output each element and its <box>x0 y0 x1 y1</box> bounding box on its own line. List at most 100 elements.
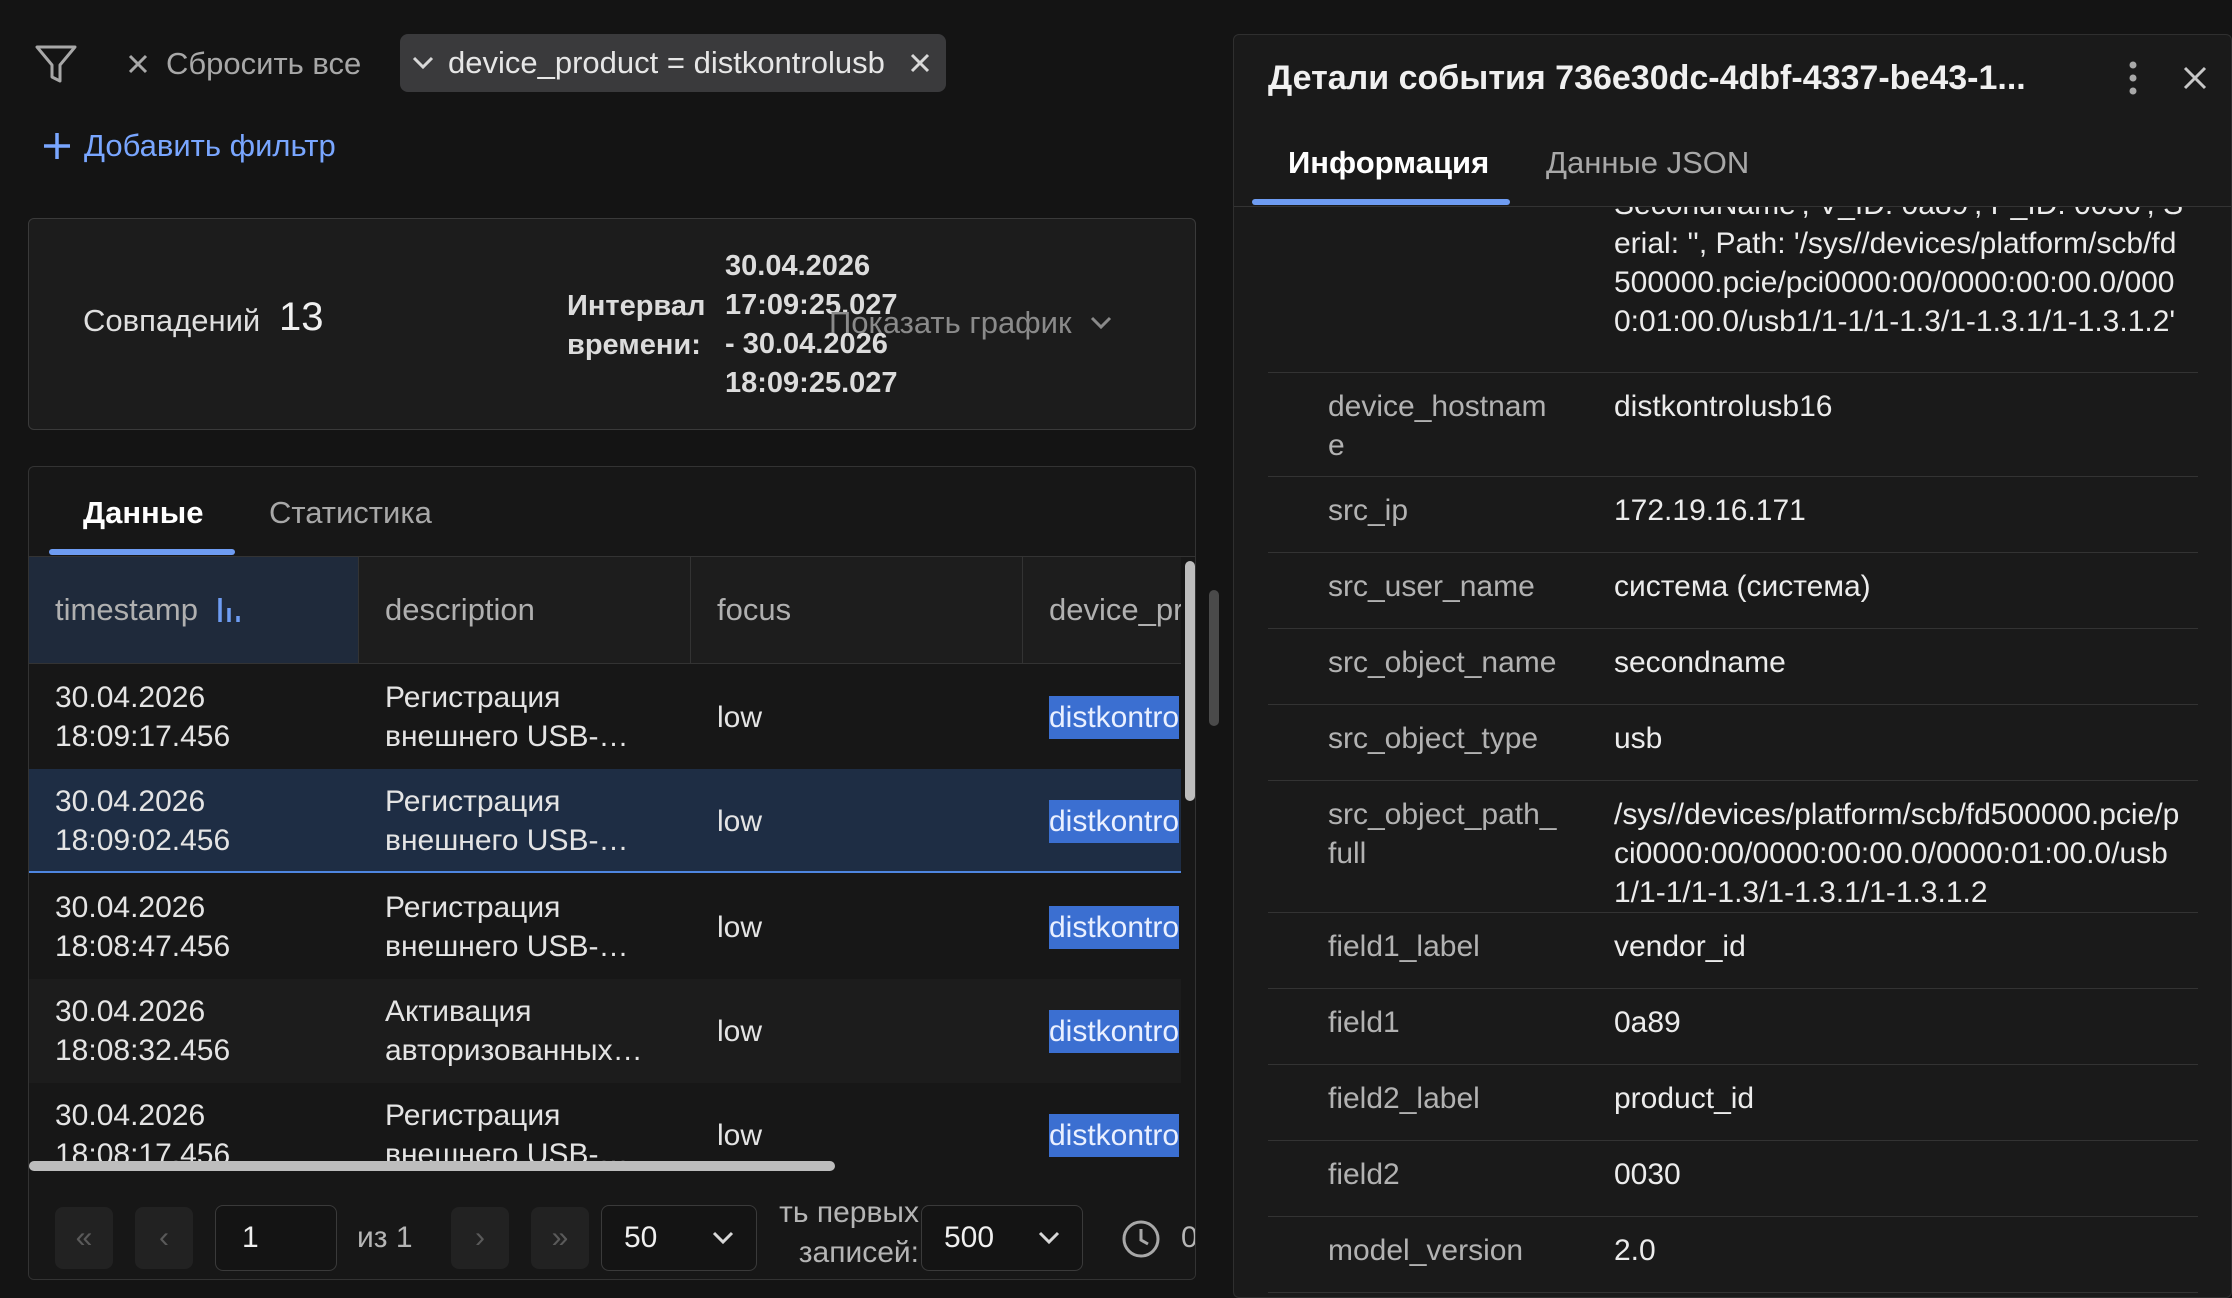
column-header-label: focus <box>717 592 792 627</box>
add-filter-button[interactable]: Добавить фильтр <box>42 128 336 164</box>
field-value: SecondName', V_ID: 0a89', P_ID: 0030', S… <box>1614 207 2183 338</box>
table-row[interactable]: 30.04.2026 18:09:17.456 Регистрация внешн… <box>29 665 1181 769</box>
cell-device-product-text: distkontro <box>1049 905 1180 949</box>
first-records-select[interactable]: 500 <box>921 1205 1083 1271</box>
cell-focus-text: low <box>717 1118 763 1152</box>
table-header: timestamp description focus device_pro <box>29 557 1181 663</box>
field-key: src_ip <box>1328 494 1409 527</box>
last-page-button[interactable]: » <box>531 1207 589 1269</box>
next-page-icon: › <box>475 1221 485 1254</box>
cell-focus-text: low <box>717 700 763 734</box>
field-key: field2 <box>1328 1158 1400 1191</box>
table-horizontal-scrollbar[interactable] <box>29 1161 835 1171</box>
cell-device-product-text: distkontro <box>1049 799 1180 843</box>
field-key: src_user_name <box>1328 570 1535 603</box>
page-number-input[interactable] <box>215 1205 337 1271</box>
cell-device-product: distkontro <box>1023 979 1181 1083</box>
chevron-down-icon <box>1038 1231 1060 1245</box>
cell-focus-text: low <box>717 910 763 944</box>
cell-device-product: distkontro <box>1023 875 1181 979</box>
tab-information[interactable]: Информация <box>1288 145 1489 181</box>
details-field-row: SecondName', V_ID: 0a89', P_ID: 0030', S… <box>1268 207 2198 373</box>
details-field-row: src_user_name система (система) <box>1268 553 2198 629</box>
prev-page-button[interactable]: ‹ <box>135 1207 193 1269</box>
show-graph-button[interactable]: Показать график <box>829 305 1112 341</box>
summary-panel: Совпадений 13 Интервал времени: 30.04.20… <box>28 218 1196 430</box>
cell-description-text: Активация авторизованных… <box>385 995 643 1067</box>
field-key: src_object_path_full <box>1328 798 1557 870</box>
close-icon[interactable] <box>2182 65 2208 91</box>
clock-icon <box>1121 1219 1161 1259</box>
tab-statistics[interactable]: Статистика <box>269 495 432 531</box>
cell-timestamp: 30.04.2026 18:08:32.456 <box>29 979 359 1083</box>
data-panel: Данные Статистика timestamp description … <box>28 466 1196 1280</box>
table-row[interactable]: 30.04.2026 18:08:17.456 Регистрация внешн… <box>29 1083 1181 1187</box>
page-size-value: 50 <box>624 1221 658 1254</box>
filter-icon[interactable] <box>34 44 78 84</box>
table-vertical-scrollbar[interactable] <box>1185 561 1195 801</box>
query-time-value: 0 <box>1181 1221 1195 1255</box>
cell-timestamp-text: 30.04.2026 18:09:17.456 <box>55 681 231 753</box>
column-header-timestamp[interactable]: timestamp <box>29 557 359 663</box>
details-field-row: field2 0030 <box>1268 1141 2198 1217</box>
table-row[interactable]: 30.04.2026 18:09:02.456 Регистрация внешн… <box>29 769 1181 873</box>
cell-timestamp-text: 30.04.2026 18:08:32.456 <box>55 995 231 1067</box>
field-value: 0030 <box>1614 1158 1681 1191</box>
details-field-row: field2_label product_id <box>1268 1065 2198 1141</box>
prev-page-icon: ‹ <box>159 1221 169 1254</box>
filter-chip[interactable]: device_product = distkontrolusb <box>400 34 946 92</box>
next-page-button[interactable]: › <box>451 1207 509 1269</box>
close-icon <box>126 52 150 76</box>
first-page-button[interactable]: « <box>55 1207 113 1269</box>
column-header-device-product[interactable]: device_pro <box>1023 557 1181 663</box>
field-key: field1_label <box>1328 930 1480 963</box>
field-value: distkontrolusb16 <box>1614 390 1833 423</box>
column-header-focus[interactable]: focus <box>691 557 1023 663</box>
filter-chip-label: device_product = distkontrolusb <box>448 45 885 80</box>
header-divider <box>29 663 1181 664</box>
field-key: src_object_type <box>1328 722 1539 755</box>
field-value: /sys//devices/platform/scb/fd500000.pcie… <box>1614 798 2180 909</box>
cell-focus-text: low <box>717 804 763 838</box>
field-value: 0a89 <box>1614 1006 1681 1039</box>
page-scrollbar[interactable] <box>1209 590 1219 726</box>
field-key: src_object_name <box>1328 646 1557 679</box>
reset-all-button[interactable]: Сбросить все <box>126 42 361 86</box>
plus-icon <box>42 131 72 161</box>
details-field-row: src_object_type usb <box>1268 705 2198 781</box>
field-value: 172.19.16.171 <box>1614 494 1806 527</box>
cell-description-text: Регистрация внешнего USB-… <box>385 891 629 963</box>
cell-device-product: distkontro <box>1023 769 1181 873</box>
field-key: model_version <box>1328 1234 1524 1267</box>
cell-timestamp: 30.04.2026 18:08:17.456 <box>29 1083 359 1187</box>
tab-data[interactable]: Данные <box>83 495 204 531</box>
reset-all-label: Сбросить все <box>166 46 362 81</box>
cell-device-product: distkontro <box>1023 665 1181 769</box>
first-records-label: ть первых записей: <box>779 1196 919 1269</box>
field-value: vendor_id <box>1614 930 1746 963</box>
field-value: usb <box>1614 722 1663 755</box>
show-graph-label: Показать график <box>829 305 1072 340</box>
active-tab-indicator <box>49 549 235 555</box>
matches-label: Совпадений <box>83 303 261 338</box>
details-field-row: src_object_name secondname <box>1268 629 2198 705</box>
field-key: device_hostname <box>1328 390 1547 462</box>
details-field-row: field1 0a89 <box>1268 989 2198 1065</box>
last-page-icon: » <box>551 1221 569 1254</box>
interval-label: Интервал времени: <box>567 290 706 361</box>
column-header-label: timestamp <box>55 592 198 627</box>
close-icon[interactable] <box>908 51 932 75</box>
details-field-row: field1_label vendor_id <box>1268 913 2198 989</box>
cell-focus: low <box>691 1083 1023 1187</box>
sort-icon[interactable] <box>216 596 242 624</box>
tab-json-data[interactable]: Данные JSON <box>1546 145 1749 181</box>
column-header-description[interactable]: description <box>359 557 691 663</box>
cell-focus: low <box>691 769 1023 873</box>
table-row[interactable]: 30.04.2026 18:08:47.456 Регистрация внешн… <box>29 875 1181 979</box>
field-key: field2_label <box>1328 1082 1480 1115</box>
cell-timestamp: 30.04.2026 18:09:17.456 <box>29 665 359 769</box>
table-row[interactable]: 30.04.2026 18:08:32.456 Активация авториз… <box>29 979 1181 1083</box>
kebab-menu-icon[interactable] <box>2128 61 2138 95</box>
chevron-down-icon <box>1090 316 1112 330</box>
chevron-down-icon[interactable] <box>412 56 434 70</box>
